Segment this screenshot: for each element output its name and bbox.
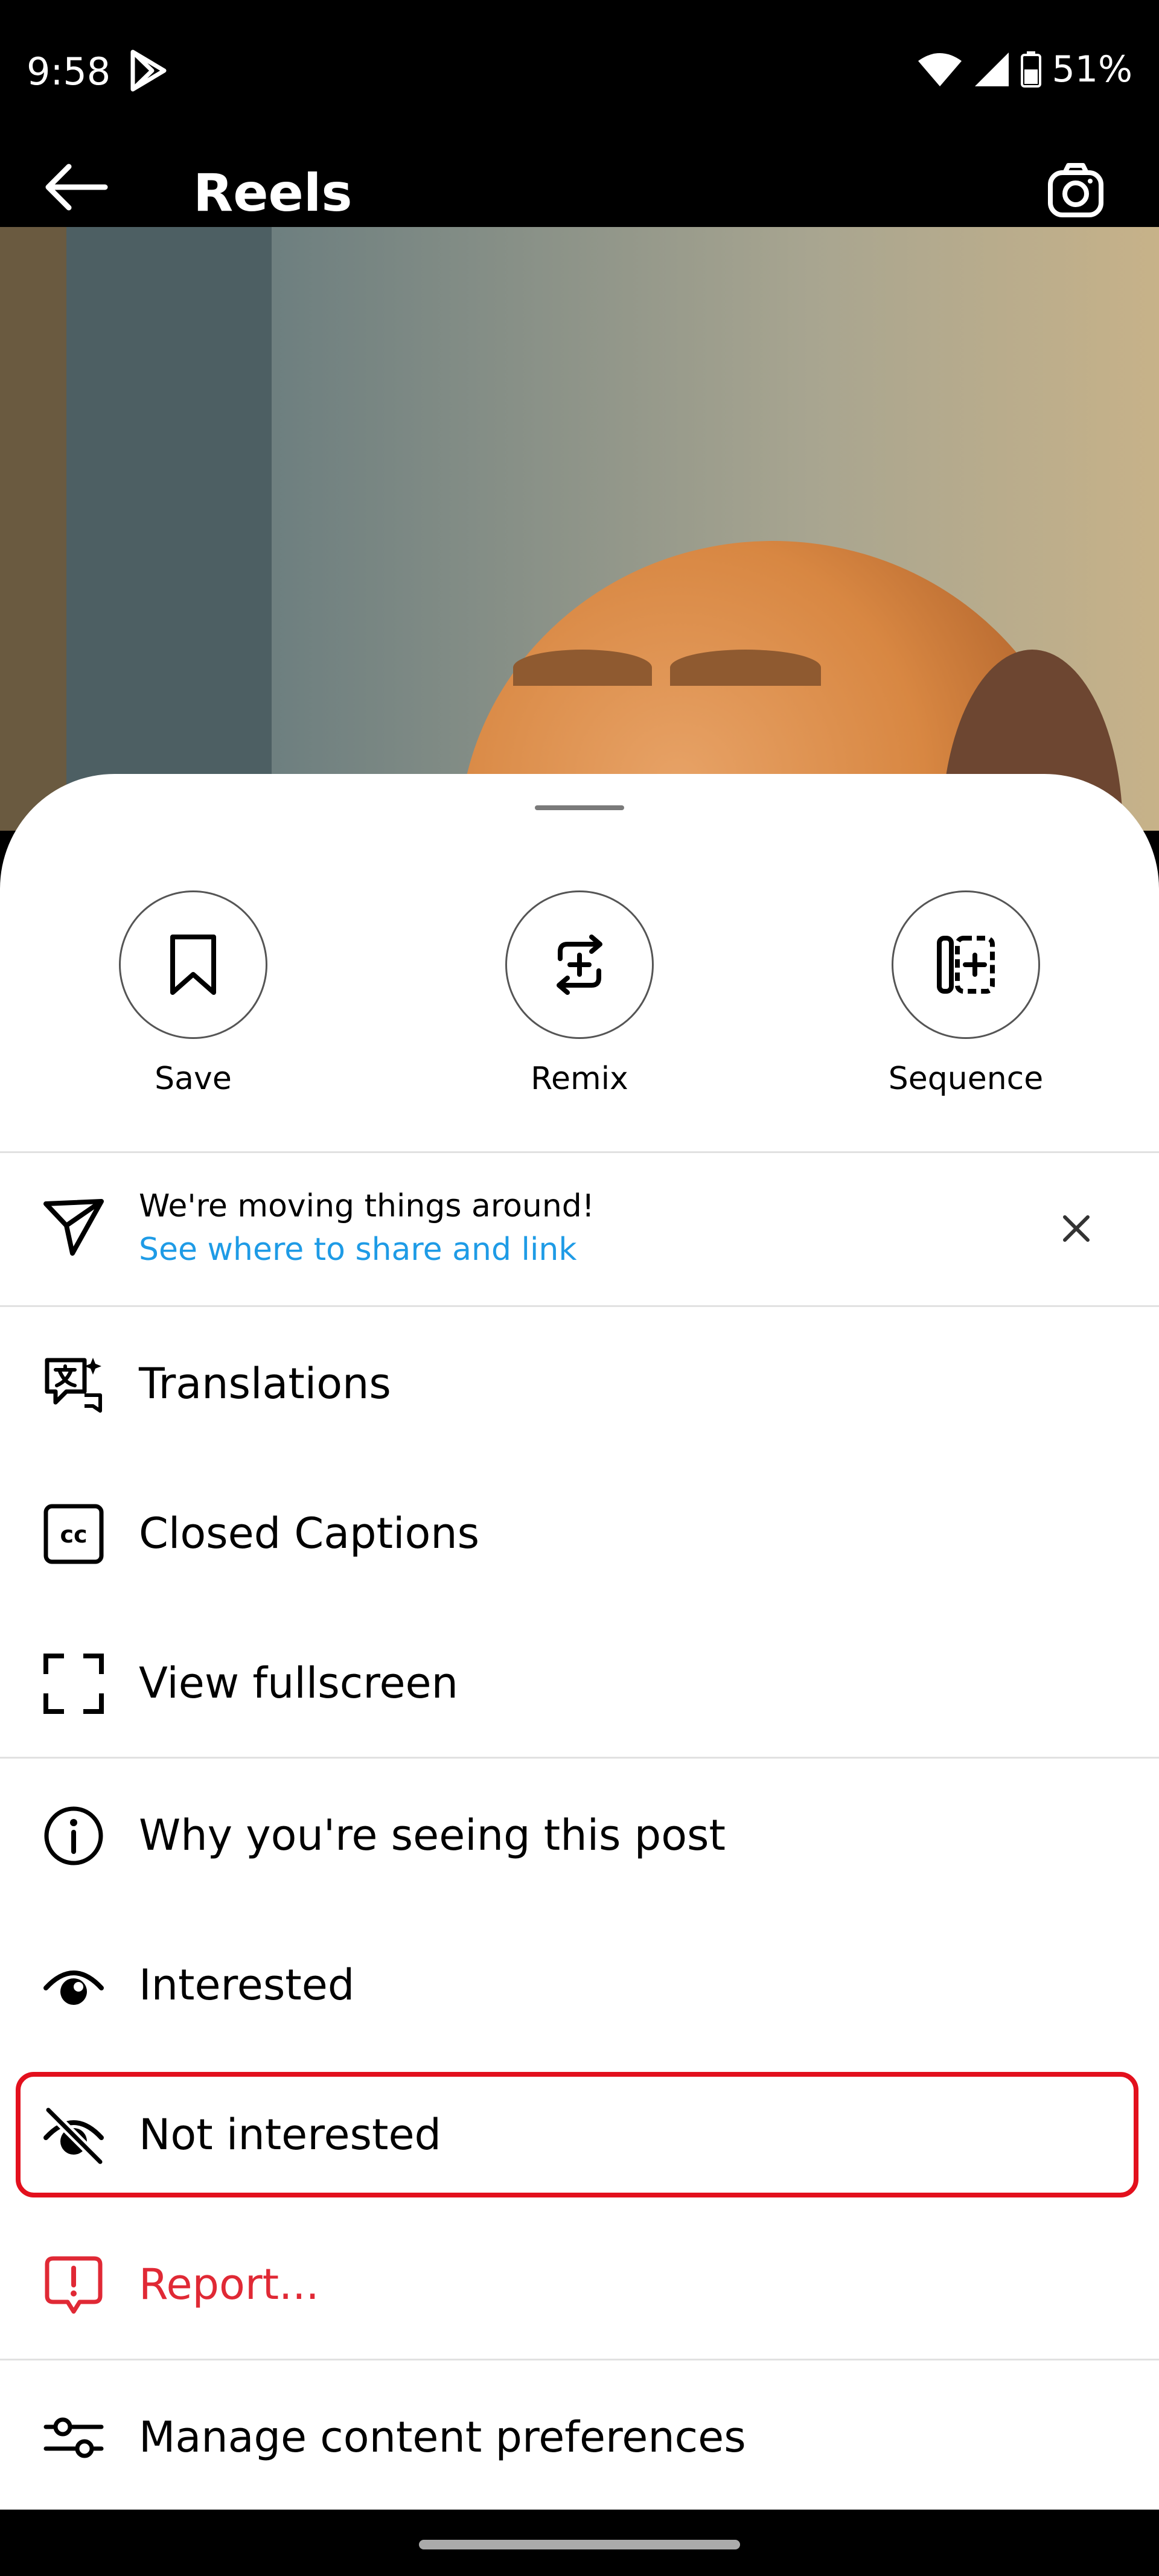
back-arrow-icon[interactable] xyxy=(42,162,109,213)
highlight-box xyxy=(16,2072,1138,2197)
view-fullscreen-label: View fullscreen xyxy=(139,1658,458,1708)
menu-item-translations[interactable]: Translations xyxy=(0,1308,1159,1458)
manage-preferences-label: Manage content preferences xyxy=(139,2412,746,2462)
report-label: Report... xyxy=(139,2260,319,2309)
sheet-drag-handle[interactable] xyxy=(535,805,624,810)
video-character-brow xyxy=(513,650,652,686)
status-icons: 51% xyxy=(917,48,1132,91)
save-button[interactable]: Save xyxy=(72,890,314,1097)
menu-item-manage-preferences[interactable]: Manage content preferences xyxy=(0,2362,1159,2511)
fullscreen-icon xyxy=(42,1652,105,1715)
battery-icon xyxy=(1020,51,1041,88)
sequence-button[interactable]: Sequence xyxy=(845,890,1087,1097)
remix-icon xyxy=(557,935,602,995)
divider xyxy=(0,1305,1159,1307)
remix-label: Remix xyxy=(531,1061,628,1097)
bookmark-icon xyxy=(170,935,216,995)
share-link[interactable]: See where to share and link xyxy=(139,1232,577,1268)
translate-icon xyxy=(42,1353,105,1416)
options-bottom-sheet: Save Remix Sequence We're moving things … xyxy=(0,774,1159,2510)
closed-captions-label: Closed Captions xyxy=(139,1509,480,1558)
interested-label: Interested xyxy=(139,1960,355,2010)
share-notice: We're moving things around! See where to… xyxy=(0,1153,1159,1305)
status-bar: 9:58 51% xyxy=(0,0,1159,145)
eye-icon xyxy=(42,1954,105,2017)
status-time: 9:58 xyxy=(27,50,111,94)
svg-text:cc: cc xyxy=(60,1521,87,1548)
why-seeing-label: Why you're seeing this post xyxy=(139,1811,726,1860)
system-nav-bar xyxy=(0,2510,1159,2576)
remix-button[interactable]: Remix xyxy=(459,890,700,1097)
sliders-icon xyxy=(42,2406,105,2469)
translations-label: Translations xyxy=(139,1359,391,1408)
home-indicator[interactable] xyxy=(419,2540,740,2549)
menu-item-closed-captions[interactable]: cc Closed Captions xyxy=(0,1458,1159,1608)
divider xyxy=(0,2359,1159,2360)
signal-icon xyxy=(974,51,1010,88)
camera-icon[interactable] xyxy=(1047,162,1105,220)
top-app-bar: Reels xyxy=(0,145,1159,227)
menu-item-report[interactable]: Report... xyxy=(0,2209,1159,2359)
wifi-icon xyxy=(917,51,963,88)
info-icon xyxy=(42,1804,105,1867)
sequence-circle xyxy=(892,890,1040,1039)
video-door-frame xyxy=(0,227,66,831)
video-character-brow xyxy=(670,650,821,686)
reel-video[interactable] xyxy=(0,227,1159,831)
battery-percentage: 51% xyxy=(1052,48,1132,91)
quick-actions: Save Remix Sequence xyxy=(0,890,1159,1097)
close-icon[interactable] xyxy=(1056,1209,1096,1248)
save-label: Save xyxy=(155,1061,232,1097)
menu-item-interested[interactable]: Interested xyxy=(0,1910,1159,2059)
video-door-panel xyxy=(66,227,272,831)
play-store-icon xyxy=(129,50,168,92)
remix-circle xyxy=(505,890,654,1039)
send-icon xyxy=(42,1195,105,1258)
menu-item-view-fullscreen[interactable]: View fullscreen xyxy=(0,1608,1159,1757)
save-circle xyxy=(119,890,267,1039)
sequence-label: Sequence xyxy=(888,1061,1044,1097)
page-title: Reels xyxy=(193,163,353,223)
report-icon xyxy=(42,2254,105,2316)
notice-title: We're moving things around! xyxy=(139,1188,595,1224)
closed-captions-icon: cc xyxy=(42,1503,105,1565)
menu-item-why-seeing[interactable]: Why you're seeing this post xyxy=(0,1760,1159,1910)
divider xyxy=(0,1757,1159,1759)
sequence-icon xyxy=(937,936,995,994)
